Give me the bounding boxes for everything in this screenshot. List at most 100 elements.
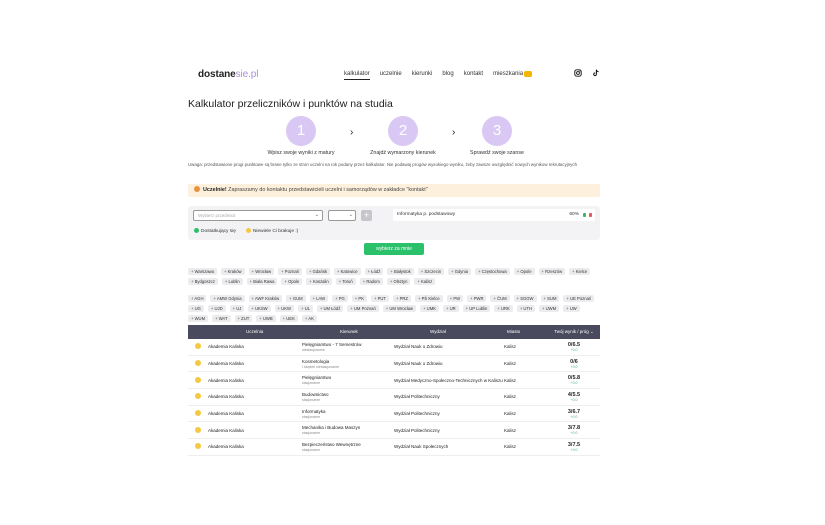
step-2: 2 Znajdź wymarzony kierunek	[358, 116, 448, 156]
city-filter-chip[interactable]: Gdynia	[448, 268, 471, 275]
cell-kierunek: Pielęgniarstwo stacjonarne	[302, 375, 332, 386]
table-row[interactable]: Akademia Kaliska Budownictwo stacjonarne Wy…	[188, 389, 600, 406]
city-filter-chip[interactable]: Radom	[359, 278, 383, 285]
city-filter-chip[interactable]: Gdańsk	[305, 268, 331, 275]
university-filter-chip[interactable]: URK	[494, 305, 513, 312]
table-row[interactable]: Akademia Kaliska Kosmetologia I stopień ni…	[188, 356, 600, 373]
university-filter-chip[interactable]: UM Poznań	[347, 305, 379, 312]
table-row[interactable]: Akademia Kaliska Informatyka stacjonarne Wy…	[188, 406, 600, 423]
city-filter-chip[interactable]: Opole	[513, 268, 535, 275]
university-filter-chip[interactable]: UEK	[279, 315, 298, 322]
green-dot-icon	[194, 228, 199, 233]
edit-icon[interactable]	[583, 213, 586, 217]
city-filter-chip[interactable]: Opole	[281, 278, 303, 285]
delete-icon[interactable]	[589, 213, 592, 217]
city-filter-chip[interactable]: Wrocław	[248, 268, 275, 275]
university-filter-chip[interactable]: ČUM	[490, 295, 510, 302]
instagram-icon[interactable]	[574, 69, 582, 77]
header-wydzial[interactable]: Wydział	[394, 325, 504, 339]
percent-select[interactable]: ⌄	[328, 210, 356, 221]
university-filter-chip[interactable]: UE Poznań	[563, 295, 595, 302]
header-wynik[interactable]: Twój wynik / próg ⌄	[548, 325, 600, 339]
status-dot-icon	[195, 360, 201, 367]
university-filter-chip[interactable]: UR	[442, 305, 459, 312]
university-filter-chip[interactable]: GUM	[286, 295, 306, 302]
university-filter-chip[interactable]: PWR	[467, 295, 487, 302]
university-filter-chip[interactable]: PW	[446, 295, 464, 302]
university-filter-chip[interactable]: UMK	[420, 305, 439, 312]
university-filter-chip[interactable]: WUM	[188, 315, 209, 322]
university-filter-chip[interactable]: PUT	[371, 295, 389, 302]
university-filter-chip[interactable]: LAW	[309, 295, 329, 302]
city-filter-chip[interactable]: Warszawa	[188, 268, 217, 275]
university-filter-chip[interactable]: AGH	[188, 295, 207, 302]
status-dot-icon	[195, 426, 201, 433]
university-filter-chip[interactable]: UL	[297, 305, 313, 312]
city-filter-chip[interactable]: Bydgoszcz	[188, 278, 218, 285]
nav-item-kalkulator[interactable]: kalkulator	[344, 71, 370, 80]
university-filter-chip[interactable]: UKSW	[248, 305, 271, 312]
header-miasto[interactable]: Miasto	[504, 325, 548, 339]
city-filter-chip[interactable]: Częstochowa	[474, 268, 510, 275]
city-filter-chip[interactable]: Kraków	[221, 268, 245, 275]
cell-uczelnia: Akademia Kaliska	[208, 344, 244, 350]
university-filter-chip[interactable]: WAT	[212, 315, 231, 322]
header-uczelnia[interactable]: Uczelnia	[208, 325, 302, 339]
city-filter-chip[interactable]: Koszalin	[306, 278, 332, 285]
university-filter-chip[interactable]: UWB	[256, 315, 276, 322]
university-filter-chip[interactable]: UJD	[207, 305, 226, 312]
city-filter-chip[interactable]: Katowice	[334, 268, 361, 275]
choose-for-me-button[interactable]: wybierz za mnie	[364, 243, 424, 255]
nav-item-uczelnie[interactable]: uczelnie	[380, 71, 402, 80]
city-filter-chip[interactable]: Olsztyn	[386, 278, 411, 285]
city-filter-chip[interactable]: Kalisz	[414, 278, 436, 285]
city-filter-chip[interactable]: Biała Rawa	[246, 278, 278, 285]
logo[interactable]: dostanesie.pl	[198, 69, 258, 80]
university-filter-chip[interactable]: UW	[563, 305, 580, 312]
nav-item-mieszkania[interactable]: mieszkania	[493, 71, 533, 80]
table-row[interactable]: Akademia Kaliska Pielęgniarstwo - 7 Semes…	[188, 339, 600, 356]
city-filter-chip[interactable]: Szczecin	[417, 268, 445, 275]
city-filter-chip[interactable]: Lublin	[221, 278, 243, 285]
city-filter-chip[interactable]: Łódź	[364, 268, 384, 275]
university-filter-chip[interactable]: PŚ Kielce	[414, 295, 443, 302]
university-filter-chip[interactable]: UTH	[516, 305, 536, 312]
city-filter-chip[interactable]: Poznań	[278, 268, 302, 275]
info-dot-icon	[194, 186, 200, 193]
city-filter-chip[interactable]: Toruń	[335, 278, 356, 285]
university-filter-chip[interactable]: AK	[301, 315, 317, 322]
university-filter-chip[interactable]: UM Wrocław	[382, 305, 417, 312]
cell-wynik: 3/6.7 +0.0	[567, 408, 581, 419]
university-filter-chip[interactable]: SGGW	[513, 295, 537, 302]
nav-item-kierunki[interactable]: kierunki	[412, 71, 433, 80]
add-subject-button[interactable]: +	[361, 210, 372, 221]
table-row[interactable]: Akademia Kaliska Mechanika i Budowa Maszy…	[188, 422, 600, 440]
table-row[interactable]: Akademia Kaliska Pielęgniarstwo stacjonarn…	[188, 372, 600, 390]
nav-item-kontakt[interactable]: kontakt	[464, 71, 483, 80]
university-filter-chip[interactable]: UP Lublin	[462, 305, 491, 312]
university-filter-chip[interactable]: UWM	[539, 305, 560, 312]
cell-miasto: Kalisz	[504, 361, 517, 367]
university-filter-chip[interactable]: UKW	[274, 305, 294, 312]
university-filter-chip[interactable]: AWF Kraków	[248, 295, 283, 302]
table-row[interactable]: Akademia Kaliska Bezpieczeństwo Wewnętrzn…	[188, 439, 600, 456]
city-filter-chip[interactable]: Rzeszów	[538, 268, 566, 275]
university-filter-chip[interactable]: PRZ	[392, 295, 411, 302]
university-filter-chip[interactable]: AMW Gdynia	[210, 295, 245, 302]
university-filter-chip[interactable]: UG	[188, 305, 204, 312]
university-filter-chip[interactable]: UJ	[229, 305, 245, 312]
cell-wynik: 3/7.8 +0.0	[567, 425, 581, 436]
city-filter-chip[interactable]: Kielce	[569, 268, 591, 275]
subject-select[interactable]: Wybierz przedmiot ⌄	[193, 210, 323, 221]
university-filter-chip[interactable]: UM Łódź	[316, 305, 344, 312]
university-filter-chip[interactable]: PK	[351, 295, 367, 302]
university-filter-chip[interactable]: PG	[332, 295, 348, 302]
city-filter-chip[interactable]: Białystok	[387, 268, 414, 275]
university-filter-chip[interactable]: SUM	[540, 295, 560, 302]
city-filters: Warszawa KrakówWrocławPoznańGdańskKatowic…	[188, 268, 600, 285]
cell-uczelnia: Akademia Kaliska	[208, 377, 244, 383]
nav-item-blog[interactable]: blog	[442, 71, 453, 80]
tiktok-icon[interactable]	[592, 69, 600, 77]
header-kierunek[interactable]: Kierunek	[302, 325, 394, 339]
university-filter-chip[interactable]: ZUT	[234, 315, 253, 322]
